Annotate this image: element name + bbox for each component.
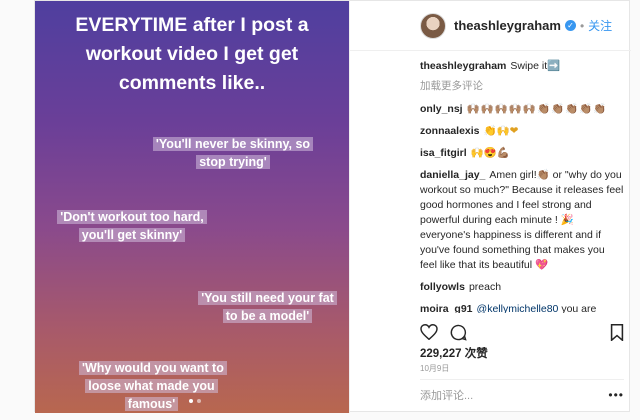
comment-username[interactable]: moira_g91	[420, 303, 473, 313]
comment-text: preach	[468, 281, 502, 293]
add-comment-bar: 添加评论... •••	[420, 379, 624, 409]
carousel-dot-active	[189, 399, 193, 403]
quote-2: 'Don't workout too hard, you'll get skin…	[47, 208, 217, 244]
instagram-post: EVERYTIME after I post a workout video I…	[34, 0, 631, 413]
heart-icon[interactable]	[420, 323, 438, 344]
quote-3: 'You still need your fat to be a model'	[195, 289, 340, 325]
caption-text: Swipe it➡️	[510, 60, 561, 72]
comment-text: 🙌😍💪🏽	[470, 147, 510, 159]
story-headline: EVERYTIME after I post a workout video I…	[75, 14, 309, 94]
comment: isa_fitgirl 🙌😍💪🏽	[420, 146, 624, 161]
more-options-icon[interactable]: •••	[608, 388, 624, 402]
comment-username[interactable]: isa_fitgirl	[420, 147, 467, 159]
comment-username[interactable]: follyowls	[420, 281, 465, 293]
carousel-dot[interactable]	[197, 399, 201, 403]
add-comment-input[interactable]: 添加评论...	[420, 387, 473, 403]
comment: moira_g91@kellymichelle80 you are absolu…	[420, 302, 624, 313]
comment-icon[interactable]	[450, 324, 467, 345]
comment: daniella_jay_ Amen girl!👏🏽 or "why do you…	[420, 168, 624, 273]
quote-1: 'You'll never be skinny, so stop trying'	[143, 135, 323, 171]
bookmark-icon[interactable]	[610, 323, 624, 345]
quote-4: 'Why would you want to loose what made y…	[79, 359, 227, 413]
comment-text: 🙌🏽🙌🏽🙌🏽🙌🏽🙌🏽👏🏽👏🏽👏🏽👏🏽👏🏽	[466, 103, 608, 115]
follow-button[interactable]: 关注	[588, 17, 612, 34]
comment-text: Amen girl!👏🏽 or "why do you workout so m…	[420, 169, 624, 271]
separator-dot: •	[579, 18, 585, 33]
comment: only_nsj 🙌🏽🙌🏽🙌🏽🙌🏽🙌🏽👏🏽👏🏽👏🏽👏🏽👏🏽	[420, 102, 624, 117]
load-more-comments[interactable]: 加载更多评论	[420, 79, 624, 94]
comment: zonnaalexis 👏🙌❤	[420, 124, 624, 139]
carousel-dots	[189, 399, 201, 403]
comment-username[interactable]: zonnaalexis	[420, 125, 480, 137]
story-image[interactable]: EVERYTIME after I post a workout video I…	[35, 1, 349, 413]
comment-username[interactable]: daniella_jay_	[420, 169, 485, 181]
post-sidebar: theashleygraham ✓ • 关注 theashleygraham Sw…	[349, 1, 631, 413]
comment-mention[interactable]: @kellymichelle80	[477, 303, 559, 313]
caption: theashleygraham Swipe it➡️	[420, 59, 624, 74]
avatar[interactable]	[420, 13, 446, 39]
verified-badge-icon: ✓	[564, 20, 576, 31]
header-username[interactable]: theashleygraham	[454, 18, 561, 33]
action-bar	[420, 323, 624, 345]
caption-username[interactable]: theashleygraham	[420, 60, 506, 72]
comment-username[interactable]: only_nsj	[420, 103, 463, 115]
like-count[interactable]: 229,227 次赞	[420, 345, 488, 361]
post-date: 10月9日	[420, 364, 450, 373]
comments-list: theashleygraham Swipe it➡️ 加载更多评论 only_ns…	[420, 59, 624, 313]
comment: follyowls preach	[420, 280, 624, 295]
post-header: theashleygraham ✓ • 关注	[350, 1, 631, 51]
comment-text: 👏🙌❤	[483, 125, 519, 137]
